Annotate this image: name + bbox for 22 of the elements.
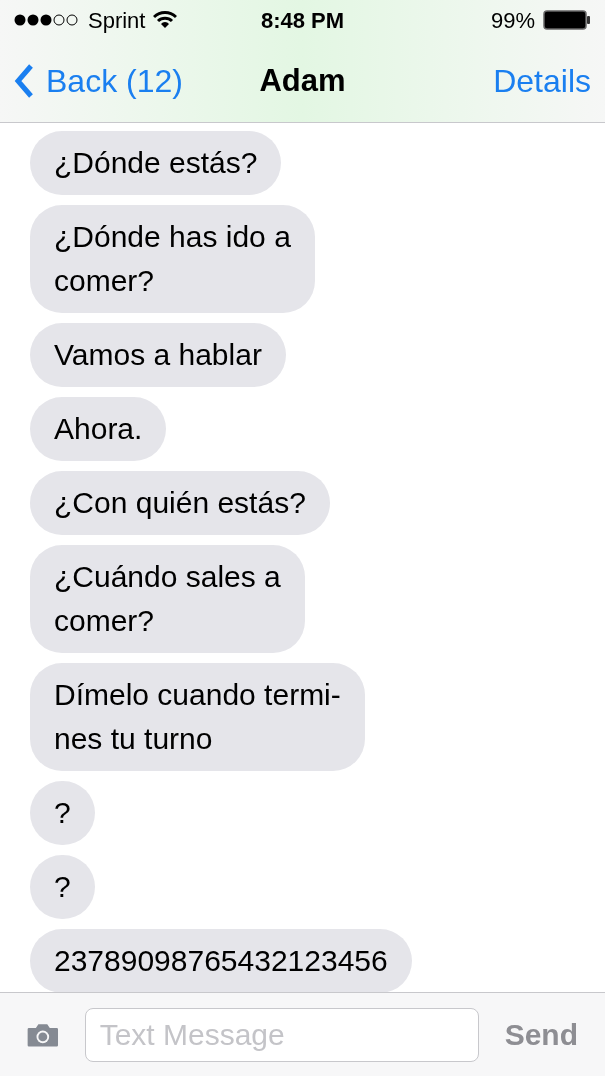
message-bubble: Dímelo cuando termi- nes tu turno [30,663,365,771]
send-button[interactable]: Send [504,1012,578,1057]
message-bubble: ¿Con quién estás? [30,471,330,535]
back-button[interactable]: Back (12) [14,57,214,105]
message-bubble: ¿Dónde has ido a comer? [30,205,315,313]
message-bubble: ¿Cuándo sales a comer? [30,545,305,653]
carrier-name: Sprint [88,6,146,35]
message-bubble: 23789098765432123456 [30,929,412,993]
message-input-field[interactable]: Text Message [84,1007,479,1062]
battery-percentage: 99% [490,6,535,35]
signal-strength-icon [14,13,80,27]
message-bubble: ? [30,855,95,919]
message-bubble: Vamos a hablar [30,323,286,387]
contact-name: Adam [259,61,346,100]
message-bubble: ¿Dónde estás? [30,131,282,195]
wifi-icon [153,11,178,29]
status-time: 8:48 PM [260,6,345,35]
details-button[interactable]: Details [493,57,591,105]
battery-icon [543,10,591,30]
chevron-left-icon [14,63,34,99]
message-bubble: Ahora. [30,397,167,461]
message-bubble: ? [30,781,95,845]
